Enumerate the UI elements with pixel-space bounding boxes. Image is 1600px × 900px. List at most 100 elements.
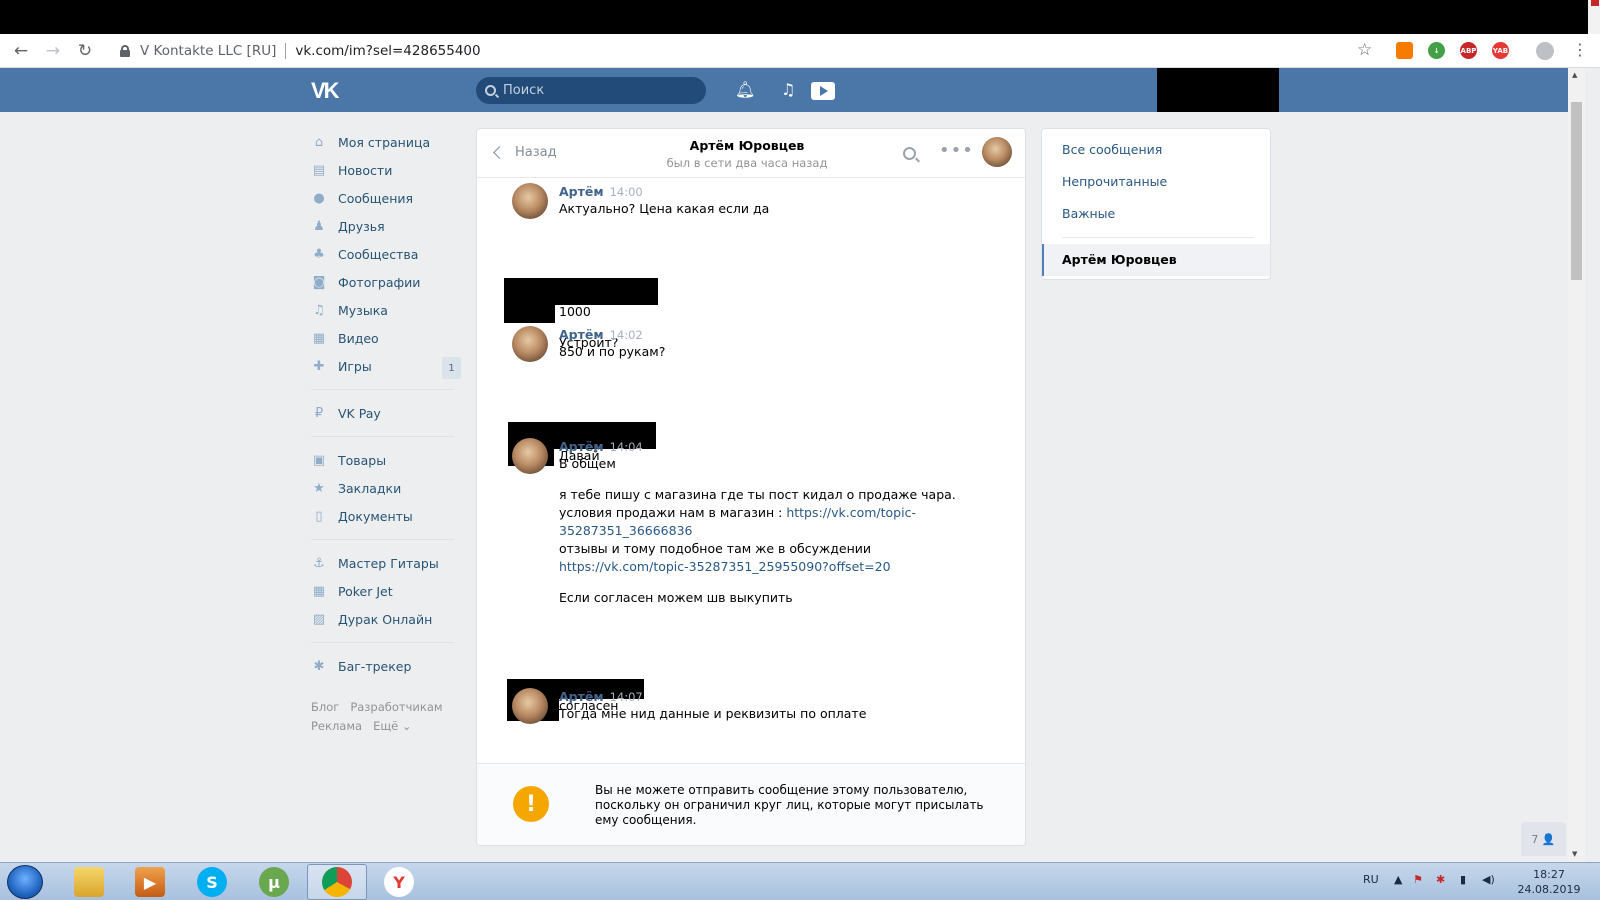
author-name: Артём xyxy=(559,439,604,454)
message-author[interactable]: Артём 14:00 xyxy=(559,184,643,199)
reload-icon[interactable]: ↻ xyxy=(74,40,96,62)
tray-flag-icon[interactable]: ⚑ xyxy=(1413,873,1423,886)
network-icon[interactable]: ▮ xyxy=(1460,873,1466,886)
back-button[interactable]: Назад xyxy=(491,145,557,160)
footer-dev-link[interactable]: Разработчикам xyxy=(350,700,442,714)
message-text-part: условия продажи нам в магазин : xyxy=(559,505,787,520)
filter-important[interactable]: Важные xyxy=(1062,206,1115,221)
app-guitar-icon: ⚓ xyxy=(313,555,325,571)
avatar[interactable] xyxy=(512,438,548,474)
redacted-user-menu xyxy=(1157,68,1279,112)
topic-link-cont[interactable]: 35287351_36666836 xyxy=(559,523,693,538)
nav-label: Фотографии xyxy=(338,274,421,290)
chrome-icon[interactable] xyxy=(322,867,352,897)
profile-avatar-icon[interactable] xyxy=(1536,42,1554,60)
nav-item-app-poker[interactable]: ▦ Poker Jet xyxy=(311,577,461,605)
nav-item-bookmarks[interactable]: ★ Закладки xyxy=(311,474,461,502)
chrome-menu-icon[interactable]: ⋮ xyxy=(1572,40,1588,59)
active-conversation-name: Артём Юровцев xyxy=(1062,252,1177,267)
notifications-bell-icon[interactable]: 🔔︎ xyxy=(735,80,755,99)
nav-label: Игры xyxy=(338,358,372,374)
filters-divider xyxy=(1062,237,1254,238)
message-text: В общем xyxy=(559,456,616,471)
filter-all-messages[interactable]: Все сообщения xyxy=(1062,142,1162,157)
footer-ads-link[interactable]: Реклама xyxy=(311,719,362,733)
nav-item-app-guitar[interactable]: ⚓ Мастер Гитары xyxy=(311,549,461,577)
adblock-extension-icon[interactable]: ABP xyxy=(1460,42,1477,59)
play-icon[interactable] xyxy=(811,82,835,100)
flash-extension-icon[interactable] xyxy=(1396,42,1413,59)
download-extension-icon[interactable]: ↓ xyxy=(1428,42,1445,59)
scroll-down-icon[interactable]: ▼ xyxy=(1572,850,1577,858)
clock-date: 24.08.2019 xyxy=(1517,883,1581,896)
nav-item-games[interactable]: ✚ Игры 1 xyxy=(311,352,461,380)
search-input[interactable]: Поиск xyxy=(476,77,706,104)
volume-icon[interactable]: ◀) xyxy=(1482,873,1495,886)
media-player-icon[interactable]: ▶ xyxy=(135,867,165,897)
nav-item-communities[interactable]: ♣ Сообщества xyxy=(311,240,461,268)
topic-link[interactable]: https://vk.com/topic- xyxy=(786,505,916,520)
friends-icon: ♟ xyxy=(313,218,325,234)
tray-expand-icon[interactable]: ▲ xyxy=(1394,873,1402,886)
avatar[interactable] xyxy=(512,688,548,724)
vk-logo[interactable]: VK xyxy=(311,78,340,104)
reviews-link[interactable]: https://vk.com/topic-35287351_25955090?o… xyxy=(559,559,891,574)
nav-item-home[interactable]: ⌂ Моя страница xyxy=(311,128,461,156)
yandex-browser-icon[interactable]: Y xyxy=(384,867,414,897)
skype-icon[interactable]: S xyxy=(197,867,227,897)
system-clock[interactable]: 18:27 24.08.2019 xyxy=(1506,867,1592,897)
app-durak-icon: ▨ xyxy=(312,611,326,627)
bookmark-star-icon[interactable]: ☆ xyxy=(1357,40,1372,60)
nav-item-documents[interactable]: ▯ Документы xyxy=(311,502,461,530)
avatar[interactable] xyxy=(512,326,548,362)
online-friends-widget[interactable]: 7 👤 xyxy=(1521,822,1566,856)
nav-item-friends[interactable]: ♟ Друзья xyxy=(311,212,461,240)
nav-divider xyxy=(311,389,454,390)
chat-search-icon[interactable] xyxy=(903,147,916,160)
scroll-thumb[interactable] xyxy=(1571,102,1582,280)
footer-more-link[interactable]: Ещё ⌄ xyxy=(373,719,411,733)
message-author[interactable]: Артём 14:07 xyxy=(559,689,643,704)
nav-divider xyxy=(311,436,454,437)
nav-item-news[interactable]: ▤ Новости xyxy=(311,156,461,184)
footer-blog-link[interactable]: Блог xyxy=(311,700,339,714)
avatar[interactable] xyxy=(512,183,548,219)
filter-unread[interactable]: Непрочитанные xyxy=(1062,174,1167,189)
message-author[interactable]: Артём 14:04 xyxy=(559,439,643,454)
nav-bugtracker[interactable]: ✱ Баг-трекер xyxy=(311,652,461,680)
message-text: отзывы и тому подобное там же в обсужден… xyxy=(559,541,872,556)
nav-item-music[interactable]: ♫ Музыка xyxy=(311,296,461,324)
peer-info[interactable]: Артём Юровцев был в сети два часа назад xyxy=(617,138,877,170)
forward-arrow-icon[interactable]: → xyxy=(42,40,64,62)
messages-icon: ● xyxy=(313,190,325,206)
language-indicator[interactable]: RU xyxy=(1363,873,1379,886)
active-conversation[interactable]: Артём Юровцев xyxy=(1042,244,1270,276)
nav-item-goods[interactable]: ▣ Товары xyxy=(311,446,461,474)
yandex-extension-icon[interactable]: YAB xyxy=(1492,42,1509,59)
back-arrow-icon[interactable]: ← xyxy=(10,40,32,62)
message-text: условия продажи нам в магазин : https://… xyxy=(559,505,916,520)
goods-icon: ▣ xyxy=(312,452,326,468)
nav-item-app-durak[interactable]: ▨ Дурак Онлайн xyxy=(311,605,461,633)
utorrent-icon[interactable]: µ xyxy=(259,867,289,897)
more-actions-icon[interactable]: ••• xyxy=(939,140,974,161)
start-button[interactable] xyxy=(7,865,43,899)
peer-avatar[interactable] xyxy=(982,137,1012,167)
page-scrollbar[interactable]: ▲ ▼ xyxy=(1568,68,1585,862)
nav-item-messages[interactable]: ● Сообщения xyxy=(311,184,461,212)
nav-vkpay[interactable]: ₽ VK Pay xyxy=(311,399,461,427)
scroll-up-icon[interactable]: ▲ xyxy=(1572,71,1577,79)
music-note-icon[interactable]: ♫ xyxy=(781,80,795,99)
blocked-notice: Вы не можете отправить сообщение этому п… xyxy=(595,783,984,827)
nav-label: Новости xyxy=(338,162,393,178)
redacted-avatar xyxy=(504,303,555,323)
address-bar[interactable]: V Kontakte LLC [RU] vk.com/im?sel=428655… xyxy=(110,38,1380,64)
tray-security-icon[interactable]: ✱ xyxy=(1436,873,1445,886)
video-icon: ▦ xyxy=(312,330,326,346)
nav-item-photos[interactable]: ◙ Фотографии xyxy=(311,268,461,296)
nav-label: VK Pay xyxy=(338,405,381,421)
communities-icon: ♣ xyxy=(313,246,325,262)
message-author[interactable]: Артём 14:02 xyxy=(559,327,643,342)
explorer-folder-icon[interactable] xyxy=(74,867,104,897)
nav-item-video[interactable]: ▦ Видео xyxy=(311,324,461,352)
